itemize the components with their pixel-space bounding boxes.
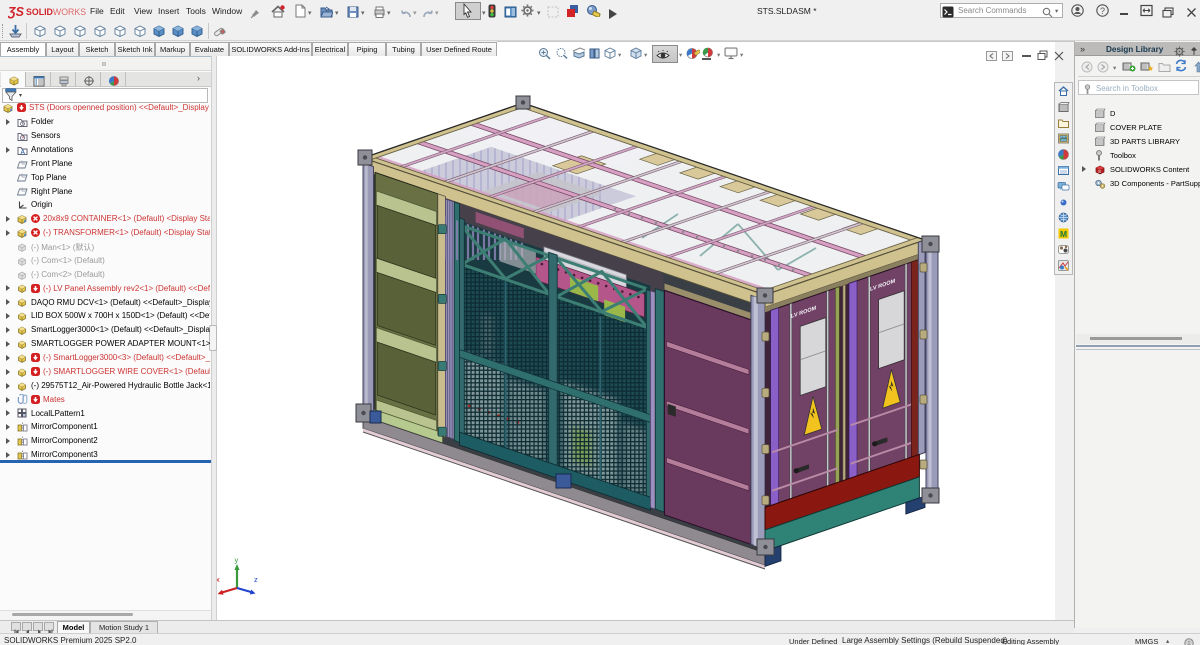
svg-text:?: ? (1100, 6, 1105, 16)
svg-text:SOLIDWORKS: SOLIDWORKS (26, 7, 86, 17)
svg-text:ƷS: ƷS (8, 5, 25, 19)
svg-text:S: S (1098, 169, 1101, 174)
svg-text:M: M (1060, 229, 1067, 239)
svg-text:A: A (20, 149, 25, 156)
